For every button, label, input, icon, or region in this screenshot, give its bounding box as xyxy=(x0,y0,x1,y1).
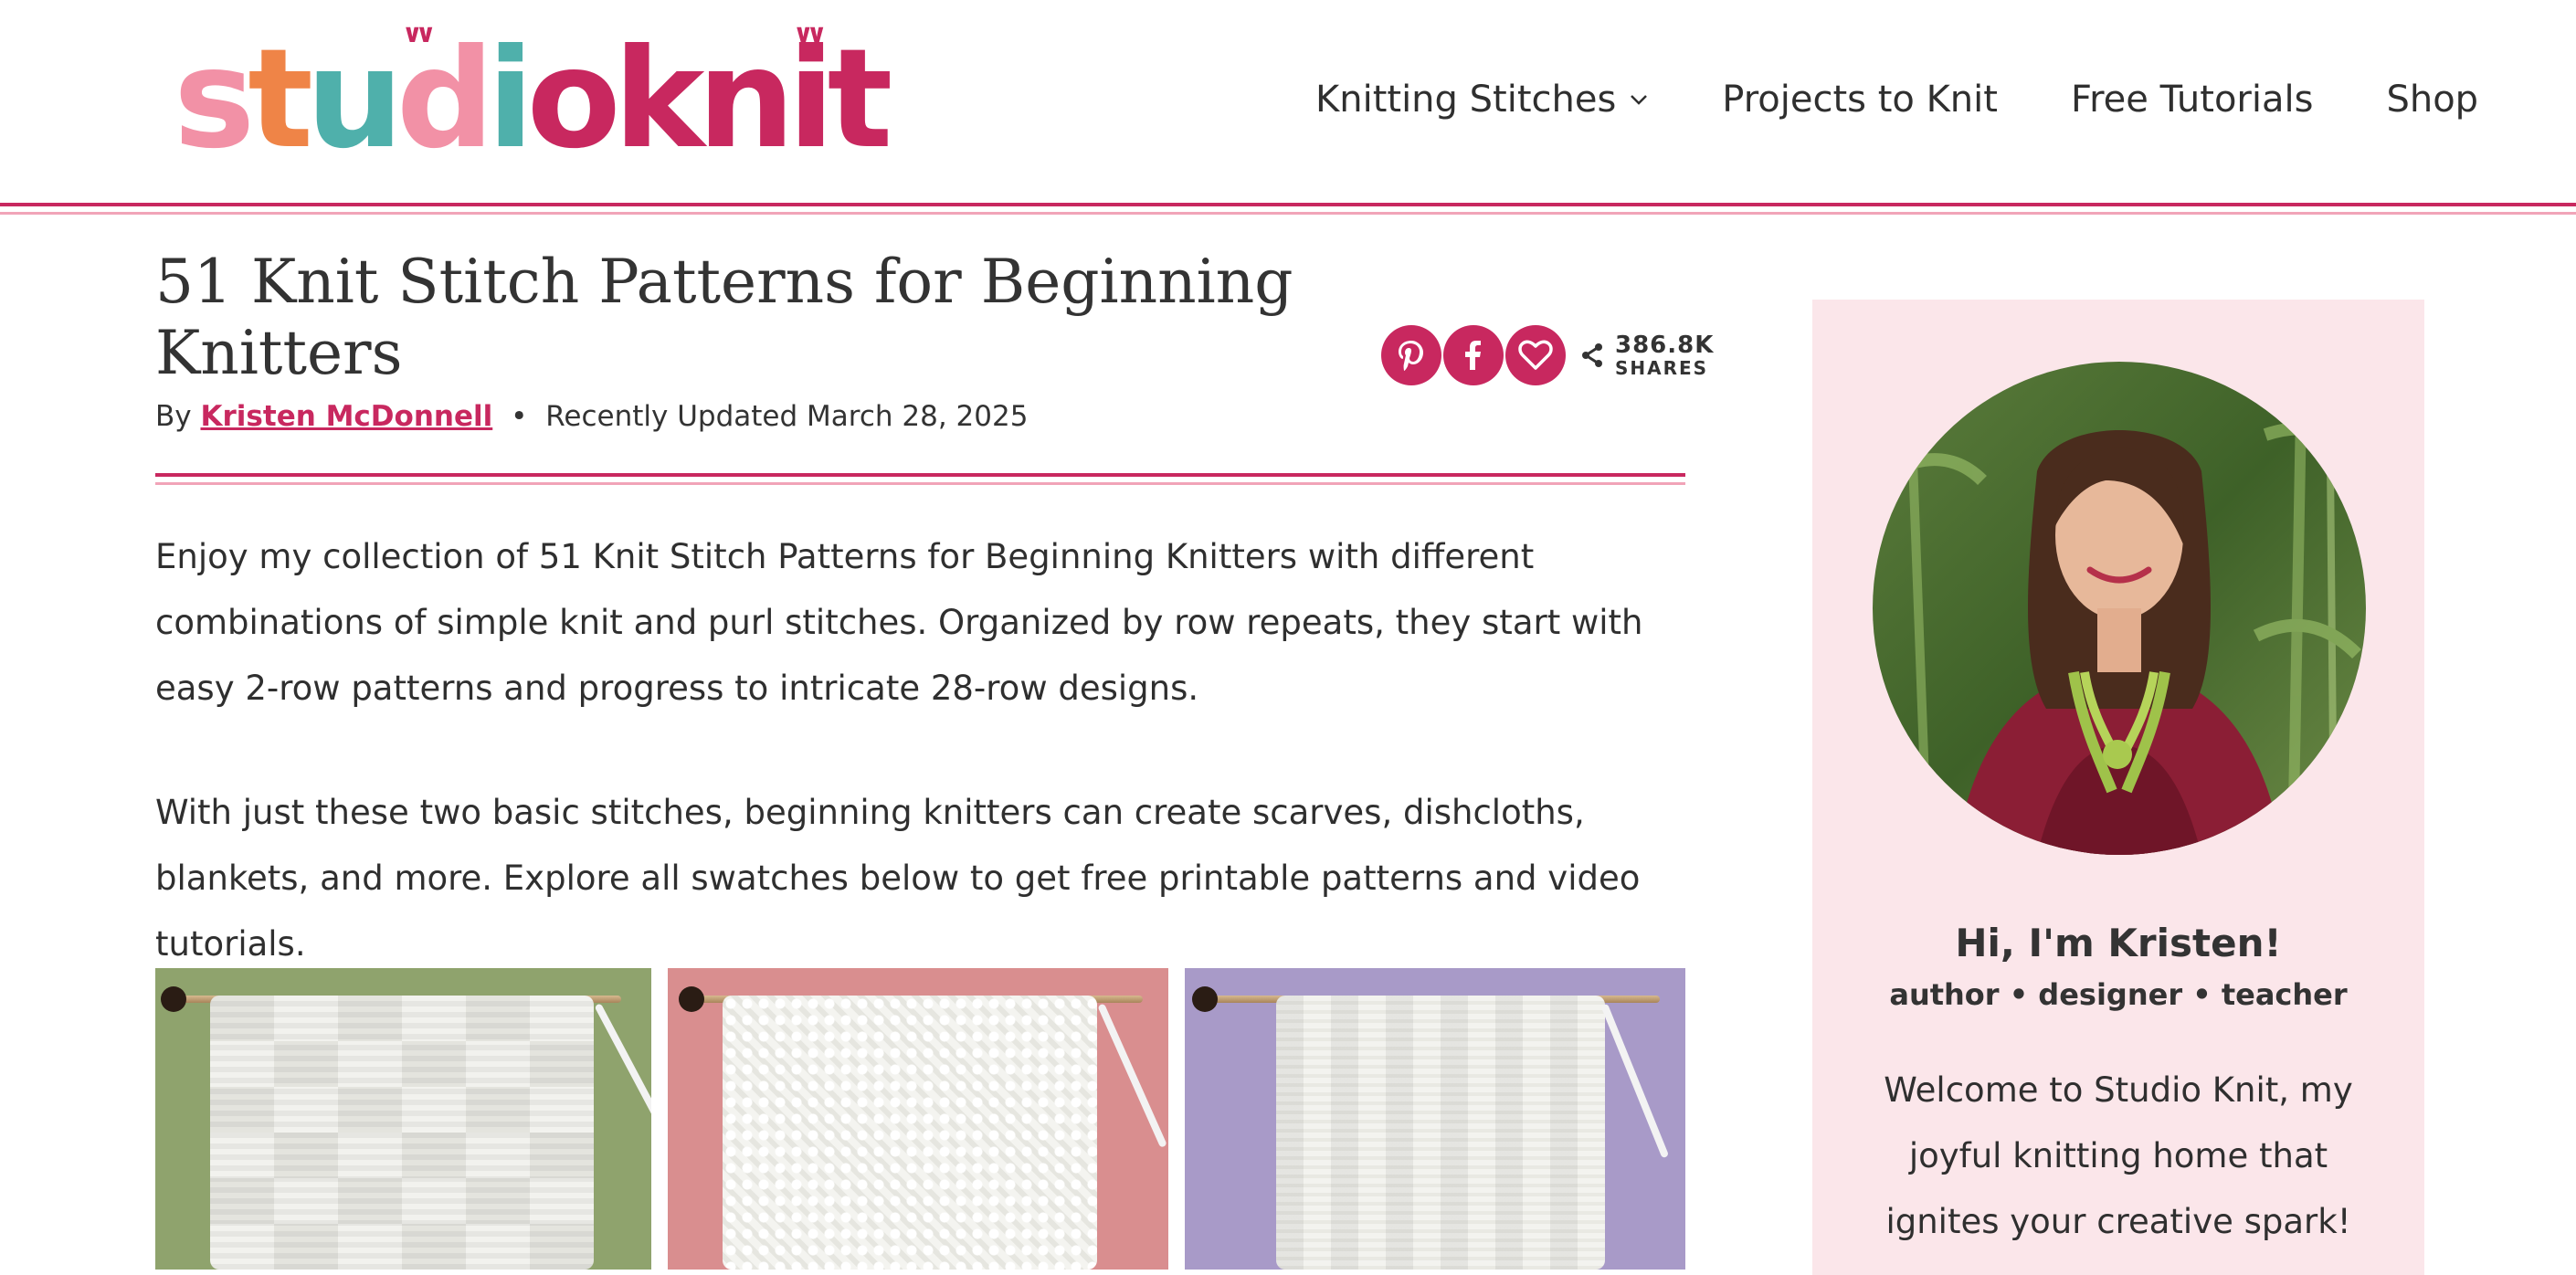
logo-letter: t xyxy=(827,20,893,179)
share-count-label: SHARES xyxy=(1615,357,1709,379)
article-divider-light xyxy=(155,482,1685,485)
share-bar: 386.8K SHARES xyxy=(1381,325,1714,385)
logo-letter: s xyxy=(174,20,255,179)
sidebar-welcome-text: Welcome to Studio Knit, my joyful knitti… xyxy=(1884,1070,2353,1241)
header-divider xyxy=(0,203,2576,206)
share-icon xyxy=(1582,343,1602,367)
knit-fabric xyxy=(210,996,594,1270)
swatch-image-seed[interactable] xyxy=(668,968,1168,1270)
heart-icon xyxy=(1518,340,1553,370)
nav-item-projects-to-knit[interactable]: Projects to Knit xyxy=(1722,79,1998,121)
favorite-button[interactable] xyxy=(1505,325,1566,385)
facebook-icon xyxy=(1465,341,1481,370)
swatch-image-checkerboard[interactable] xyxy=(155,968,651,1270)
nav-item-label: Knitting Stitches xyxy=(1315,79,1617,121)
knit-fabric xyxy=(723,996,1097,1270)
intro-paragraph: Enjoy my collection of 51 Knit Stitch Pa… xyxy=(155,537,1643,708)
header-divider-light xyxy=(0,212,2576,215)
logo-letter: u xyxy=(306,20,404,179)
logo-letter: i xyxy=(487,20,534,179)
logo-letter: n xyxy=(697,20,795,179)
needle-knob xyxy=(1192,986,1218,1012)
nav-item-shop[interactable]: Shop xyxy=(2386,79,2478,121)
logo-letter: o xyxy=(526,20,621,179)
nav-item-label: Shop xyxy=(2386,79,2479,121)
logo-letter: k xyxy=(613,20,705,179)
nav-item-label: Free Tutorials xyxy=(2070,79,2314,121)
needle-knob xyxy=(679,986,704,1012)
by-label: By xyxy=(155,400,192,433)
share-count-number: 386.8K xyxy=(1615,332,1715,359)
author-sidebar: Hi, I'm Kristen! author • designer • tea… xyxy=(1812,300,2424,1275)
nav-item-free-tutorials[interactable]: Free Tutorials xyxy=(2071,79,2314,121)
share-count: 386.8K SHARES xyxy=(1578,332,1714,378)
author-avatar xyxy=(1873,362,2366,855)
stitch-chevron-icon: ∨∨ xyxy=(402,18,437,48)
facebook-share-button[interactable] xyxy=(1443,325,1504,385)
nav-item-knitting-stitches[interactable]: Knitting Stitches xyxy=(1315,79,1649,121)
nav-item-label: Projects to Knit xyxy=(1722,79,1998,121)
knit-fabric xyxy=(1276,996,1605,1270)
page-title: 51 Knit Stitch Patterns for Beginning Kn… xyxy=(155,247,1293,388)
needle-knob xyxy=(161,986,186,1012)
pinterest-icon xyxy=(1399,341,1423,371)
chevron-down-icon xyxy=(1631,95,1648,105)
byline-separator: • xyxy=(511,400,528,433)
swatch-gallery xyxy=(155,968,1685,1270)
article-divider xyxy=(155,473,1685,477)
logo-letter: d xyxy=(396,20,494,179)
logo-letter: i xyxy=(787,20,835,179)
studioknit-logo[interactable]: studioknit ∨∨ ∨∨ xyxy=(174,21,892,169)
logo-wordmark: studioknit ∨∨ ∨∨ xyxy=(174,20,893,179)
byline: By Kristen McDonnell • Recently Updated … xyxy=(155,400,1028,433)
main-nav: Knitting Stitches Projects to Knit Free … xyxy=(1315,79,2478,121)
sidebar-roles: author • designer • teacher xyxy=(1889,977,2348,1012)
sidebar-greeting: Hi, I'm Kristen! xyxy=(1955,921,2282,965)
logo-letter: t xyxy=(248,20,313,179)
site-header: studioknit ∨∨ ∨∨ Knitting Stitches Project… xyxy=(0,0,2576,215)
swatch-image-basketweave[interactable] xyxy=(1185,968,1685,1270)
updated-date: Recently Updated March 28, 2025 xyxy=(545,400,1029,433)
second-paragraph: With just these two basic stitches, begi… xyxy=(155,793,1641,964)
author-photo xyxy=(1873,362,2366,855)
stitch-chevron-icon: ∨∨ xyxy=(793,18,828,48)
pinterest-share-button[interactable] xyxy=(1381,325,1441,385)
author-link[interactable]: Kristen McDonnell xyxy=(200,400,492,433)
